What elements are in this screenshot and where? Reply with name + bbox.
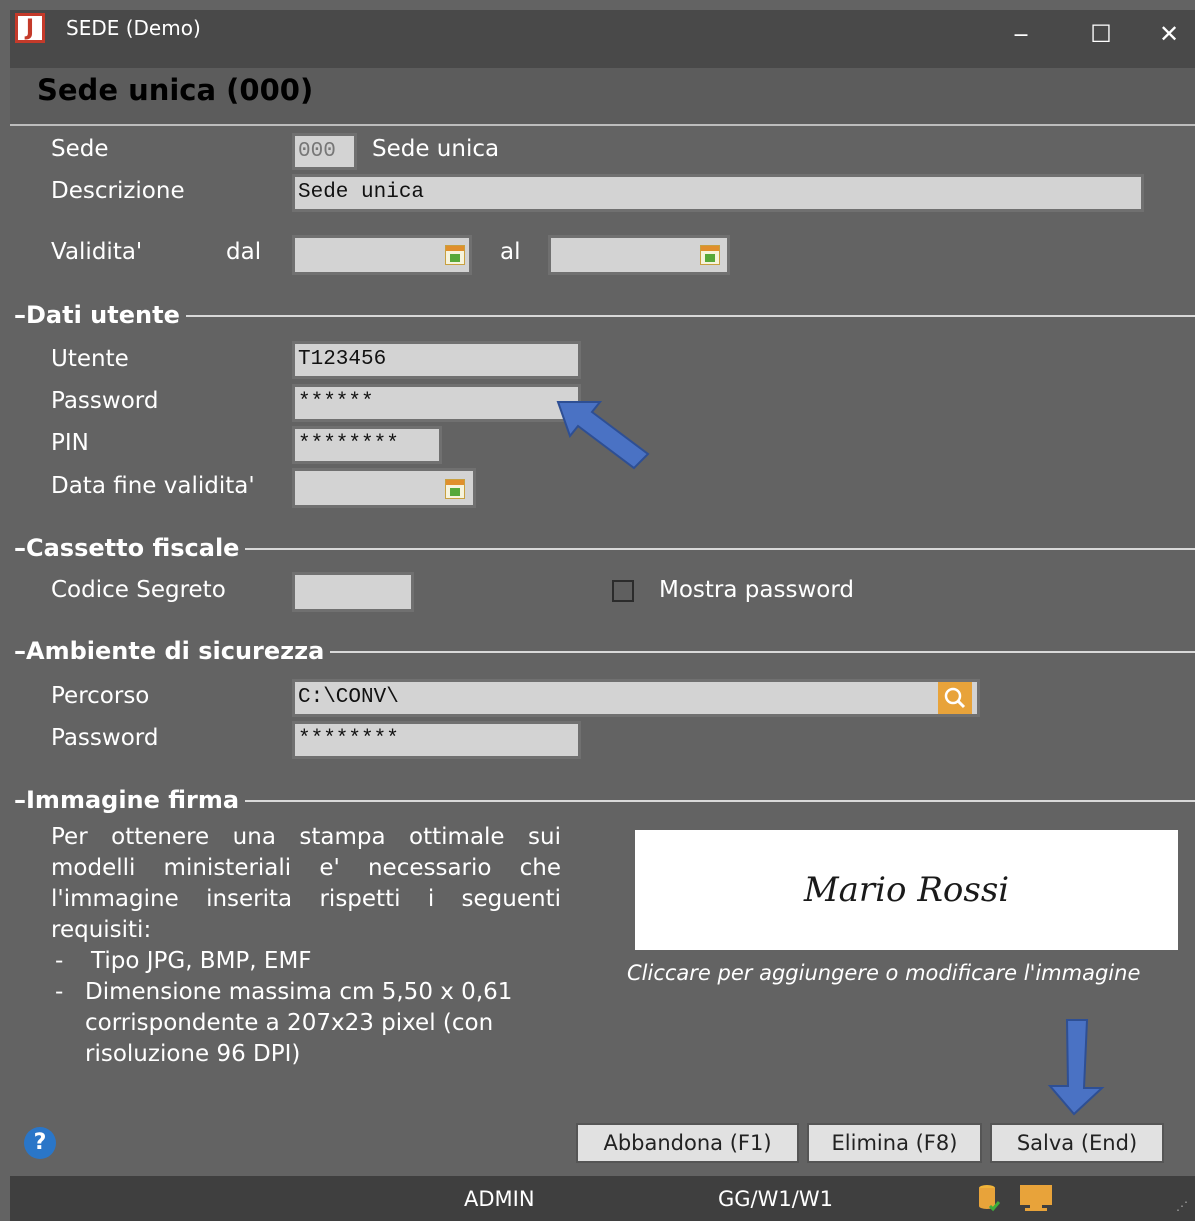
pin-label: PIN	[51, 430, 89, 456]
sede-name-text: Sede unica	[372, 136, 500, 162]
page-title: Sede unica (000)	[37, 73, 314, 107]
descrizione-label: Descrizione	[51, 178, 185, 204]
database-icon	[978, 1184, 1001, 1212]
ambiente-password-label: Password	[51, 725, 159, 751]
monitor-icon	[1018, 1184, 1054, 1212]
pin-input[interactable]: ********	[292, 426, 442, 464]
password-label: Password	[51, 388, 159, 414]
signature-image[interactable]: Mario Rossi	[635, 830, 1178, 950]
section-title: –Ambiente di sicurezza	[14, 636, 331, 666]
section-title: –Cassetto fiscale	[14, 533, 246, 563]
codice-segreto-label: Codice Segreto	[51, 577, 226, 603]
abbandona-button[interactable]: Abbandona (F1)	[576, 1123, 799, 1163]
help-icon[interactable]: ?	[24, 1127, 56, 1159]
calendar-icon[interactable]	[700, 245, 720, 265]
elimina-button[interactable]: Elimina (F8)	[807, 1123, 982, 1163]
arrow-annotation	[556, 401, 650, 470]
app-icon: J	[15, 13, 45, 43]
validita-label: Validita'	[51, 239, 143, 265]
minimize-button[interactable]: ‒	[992, 10, 1050, 58]
mostra-password-label[interactable]: Mostra password	[659, 575, 854, 605]
signature-text: Mario Rossi	[803, 870, 1010, 910]
status-user: ADMIN	[464, 1187, 535, 1211]
section-dati-utente: –Dati utente	[14, 300, 1195, 330]
codice-segreto-input[interactable]	[292, 572, 414, 612]
utente-input[interactable]: T123456	[292, 341, 581, 379]
calendar-icon[interactable]	[445, 245, 465, 265]
mostra-password-checkbox[interactable]	[612, 580, 634, 602]
sede-label: Sede	[51, 136, 109, 162]
section-title: –Immagine firma	[14, 785, 246, 815]
search-icon[interactable]	[938, 682, 972, 714]
maximize-button[interactable]: ☐	[1072, 10, 1130, 58]
section-ambiente-sicurezza: –Ambiente di sicurezza	[14, 636, 1195, 666]
requirement-item: - Tipo JPG, BMP, EMF	[55, 948, 312, 974]
password-input[interactable]: ******	[292, 384, 581, 422]
al-label: al	[500, 239, 521, 265]
arrow-annotation	[1047, 1019, 1105, 1116]
section-immagine-firma: –Immagine firma	[14, 785, 1195, 815]
percorso-input[interactable]: C:\CONV\	[292, 679, 980, 717]
close-button[interactable]: ✕	[1140, 10, 1195, 58]
utente-label: Utente	[51, 346, 129, 372]
percorso-label: Percorso	[51, 683, 150, 709]
resize-grip-icon[interactable]: ⋰	[1176, 1200, 1192, 1216]
section-cassetto-fiscale: –Cassetto fiscale	[14, 533, 1195, 563]
signature-caption: Cliccare per aggiungere o modificare l'i…	[627, 961, 1141, 985]
sede-code-field: 000	[292, 133, 357, 170]
data-fine-label: Data fine validita'	[51, 473, 255, 499]
descrizione-input[interactable]: Sede unica	[292, 174, 1144, 212]
window-title: SEDE (Demo)	[66, 16, 201, 40]
section-title: –Dati utente	[14, 300, 186, 330]
salva-button[interactable]: Salva (End)	[990, 1123, 1164, 1163]
status-path: GG/W1/W1	[718, 1187, 833, 1211]
dal-label: dal	[226, 239, 262, 265]
calendar-icon[interactable]	[445, 479, 465, 499]
firma-info-text: Per ottenere una stampa ottimale sui mod…	[51, 822, 561, 1070]
firma-info-paragraph: Per ottenere una stampa ottimale sui mod…	[51, 824, 561, 943]
requirement-item: - Dimensione massima cm 5,50 x 0,61 corri…	[55, 979, 513, 1067]
ambiente-password-input[interactable]: ********	[292, 721, 581, 759]
